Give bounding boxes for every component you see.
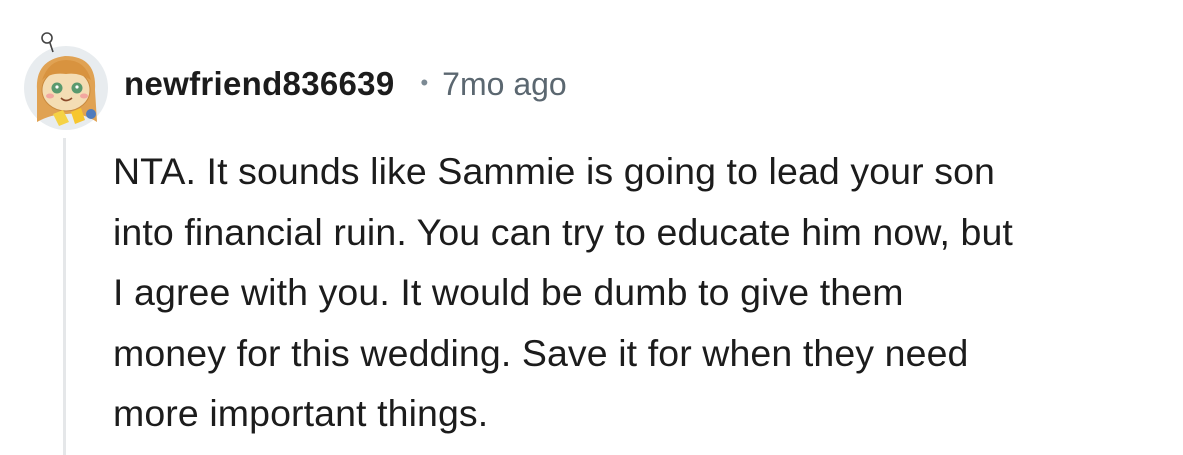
comment-line: I agree with you. It would be dumb to gi… xyxy=(113,271,904,313)
user-avatar[interactable] xyxy=(19,30,111,130)
snoo-avatar-icon xyxy=(24,32,108,130)
comment-timestamp[interactable]: 7mo ago xyxy=(442,66,567,103)
comment-body: NTA. It sounds like Sammie is going to l… xyxy=(113,141,1173,444)
comment-line: into financial ruin. You can try to educ… xyxy=(113,210,1013,253)
comment-line: money for this wedding. Save it for when… xyxy=(113,331,969,374)
comment-header: newfriend836639 • 7mo ago xyxy=(124,62,567,106)
username-link[interactable]: newfriend836639 xyxy=(124,65,394,103)
thread-line[interactable] xyxy=(63,138,66,455)
comment-line: NTA. It sounds like Sammie is going to l… xyxy=(113,150,996,192)
comment-line: more important things. xyxy=(113,392,489,434)
meta-separator: • xyxy=(420,70,429,95)
